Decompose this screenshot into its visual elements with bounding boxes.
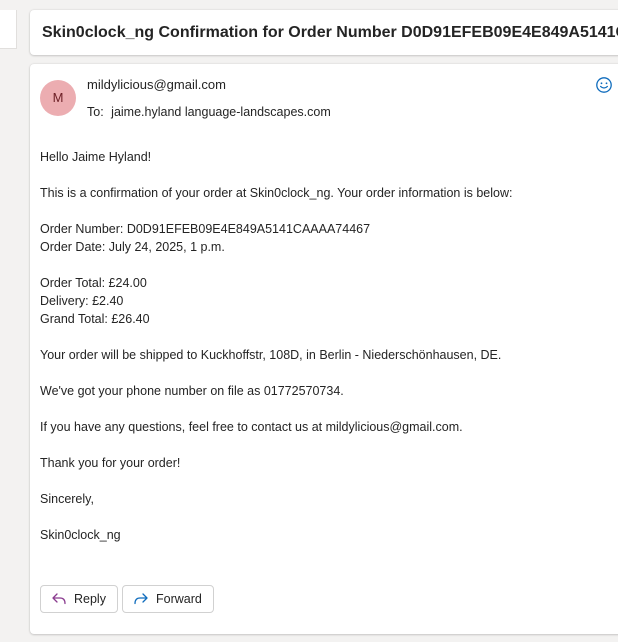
thanks-text: Thank you for your order! (40, 456, 181, 470)
recipient-address[interactable]: jaime.hyland language-landscapes.com (111, 105, 331, 119)
to-label: To: (87, 105, 104, 119)
avatar[interactable]: M (40, 80, 76, 116)
email-body: Hello Jaime Hyland! This is a confirmati… (40, 148, 618, 544)
phone-info: We've got your phone number on file as 0… (40, 384, 344, 398)
order-number: Order Number: D0D91EFEB09E4E849A5141CAAA… (40, 222, 371, 236)
intro-text: This is a confirmation of your order at … (40, 186, 513, 200)
signoff: Sincerely, (40, 492, 94, 506)
order-total: Order Total: £24.00 (40, 276, 147, 290)
recipient-line: To: jaime.hyland language-landscapes.com (87, 105, 331, 119)
reply-label: Reply (74, 592, 106, 606)
smiley-icon[interactable] (595, 76, 613, 94)
sender-email[interactable]: mildylicious@gmail.com (87, 77, 226, 92)
grand-total: Grand Total: £26.40 (40, 312, 150, 326)
message-list-item-edge[interactable] (0, 10, 17, 49)
delivery-cost: Delivery: £2.40 (40, 294, 124, 308)
greeting: Hello Jaime Hyland! (40, 150, 152, 164)
signature: Skin0clock_ng (40, 528, 121, 542)
left-pane-edge (0, 0, 18, 642)
email-reading-pane: M mildylicious@gmail.com To: jaime.hylan… (30, 64, 618, 634)
order-date: Order Date: July 24, 2025, 1 p.m. (40, 240, 225, 254)
questions-text: If you have any questions, feel free to … (40, 420, 463, 434)
forward-button[interactable]: Forward (122, 585, 214, 613)
forward-arrow-icon (134, 593, 148, 605)
reply-arrow-icon (52, 593, 66, 605)
reply-button[interactable]: Reply (40, 585, 118, 613)
forward-label: Forward (156, 592, 202, 606)
subject-bar: Skin0clock_ng Confirmation for Order Num… (30, 10, 618, 55)
shipping-address: Your order will be shipped to Kuckhoffst… (40, 348, 502, 362)
email-subject: Skin0clock_ng Confirmation for Order Num… (42, 24, 618, 41)
